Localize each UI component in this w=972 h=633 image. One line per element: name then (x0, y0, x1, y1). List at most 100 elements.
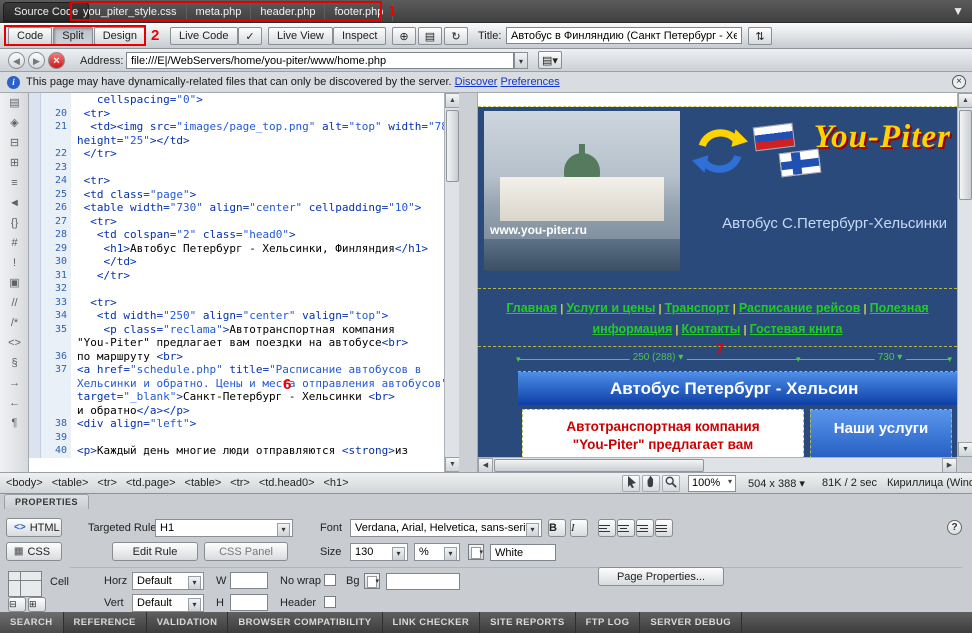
width-input[interactable] (230, 572, 268, 589)
css-panel-button[interactable]: CSS Panel (204, 542, 288, 561)
code-scroll-thumb[interactable] (446, 110, 459, 182)
refresh-icon[interactable]: ↻ (444, 27, 468, 45)
address-input[interactable] (126, 52, 514, 69)
select-tool-icon[interactable] (622, 475, 640, 492)
code-fold-column[interactable] (29, 201, 41, 215)
indent-code-icon[interactable]: → (0, 373, 29, 393)
select-parent-tag-icon[interactable]: ◄ (0, 193, 29, 213)
design-vscrollbar[interactable]: ▲ ▼ (957, 93, 972, 457)
tag-selector-item[interactable]: <body> (6, 477, 43, 489)
align-left-icon[interactable] (598, 519, 616, 537)
recent-snippets-icon[interactable]: § (0, 353, 29, 373)
wrap-tag-icon[interactable]: <> (0, 333, 29, 353)
css-mode-button[interactable]: ▦ CSS (6, 542, 62, 561)
highlight-invalid-code-icon[interactable]: ! (0, 253, 29, 273)
syntax-error-alerts-icon[interactable]: ▣ (0, 273, 29, 293)
code-fold-column[interactable] (29, 161, 41, 175)
collapse-full-tag-icon[interactable]: ⊟ (0, 133, 29, 153)
code-fold-column[interactable] (29, 363, 41, 377)
bg-input[interactable] (386, 573, 460, 590)
tag-selector-item[interactable]: <td.page> (126, 477, 176, 489)
open-documents-icon[interactable]: ▤ (0, 93, 29, 113)
size-unit-select[interactable]: % (414, 543, 460, 561)
address-dropdown-icon[interactable]: ▾ (514, 52, 528, 69)
nowrap-checkbox[interactable] (324, 574, 336, 586)
font-select[interactable]: Verdana, Arial, Helvetica, sans-serif (350, 519, 542, 537)
expand-all-icon[interactable]: ≡ (0, 173, 29, 193)
line-numbers-icon[interactable]: # (0, 233, 29, 253)
outdent-code-icon[interactable]: ← (0, 393, 29, 413)
design-view[interactable]: www.you-piter.ru You-Piter Автобу (478, 93, 972, 472)
design-scroll-thumb[interactable] (959, 110, 972, 200)
bold-button[interactable]: B (548, 519, 566, 537)
discover-link[interactable]: Discover (455, 76, 498, 88)
code-fold-column[interactable] (29, 350, 41, 364)
code-fold-column[interactable] (29, 93, 41, 107)
remove-comment-icon[interactable]: /* (0, 313, 29, 333)
help-icon[interactable]: ? (947, 520, 962, 535)
results-tab-site-reports[interactable]: SITE REPORTS (480, 612, 575, 633)
site-preview[interactable]: www.you-piter.ru You-Piter Автобу (478, 93, 957, 457)
scroll-left-icon[interactable]: ◀ (478, 458, 493, 473)
balance-braces-icon[interactable]: {} (0, 213, 29, 233)
code-fold-column[interactable] (29, 188, 41, 202)
zoom-level-select[interactable]: 100%▾ (688, 475, 736, 492)
align-right-icon[interactable] (636, 519, 654, 537)
live-view-button[interactable]: Live View (268, 27, 333, 45)
back-icon[interactable]: ◀ (8, 52, 25, 69)
code-fold-column[interactable] (29, 147, 41, 161)
apply-comment-icon[interactable]: // (0, 293, 29, 313)
site-nav-link[interactable]: Транспорт (665, 301, 730, 315)
design-hscrollbar[interactable]: ◀ ▶ (478, 457, 957, 472)
code-fold-column[interactable] (29, 336, 41, 350)
results-tab-browser-compatibility[interactable]: BROWSER COMPATIBILITY (228, 612, 382, 633)
code-fold-column[interactable] (29, 269, 41, 283)
page-title-input[interactable] (506, 27, 742, 44)
tag-selector-item[interactable]: <td.head0> (259, 477, 315, 489)
window-size[interactable]: 504 x 388 ▾ (748, 477, 805, 490)
inspect-button[interactable]: Inspect (333, 27, 386, 45)
results-tab-reference[interactable]: REFERENCE (64, 612, 147, 633)
code-fold-column[interactable] (29, 282, 41, 296)
results-tab-validation[interactable]: VALIDATION (147, 612, 229, 633)
code-fold-column[interactable] (29, 242, 41, 256)
results-tab-server-debug[interactable]: SERVER DEBUG (640, 612, 742, 633)
tag-selector-item[interactable]: <table> (185, 477, 222, 489)
site-nav-link[interactable]: Услуги и цены (566, 301, 655, 315)
preferences-link[interactable]: Preferences (500, 76, 559, 88)
code-scrollbar[interactable]: ▲ ▼ (444, 93, 459, 472)
header-checkbox[interactable] (324, 596, 336, 608)
stop-icon[interactable]: × (48, 52, 65, 69)
html-mode-button[interactable]: <> HTML (6, 518, 62, 537)
check-page-icon[interactable]: ✓ (238, 27, 262, 45)
merge-cells-icon[interactable]: ⊟ (8, 597, 26, 612)
code-editor[interactable]: cellspacing="0">20 <tr>21 <td><img src="… (29, 93, 444, 472)
format-source-code-icon[interactable]: ¶ (0, 413, 29, 433)
code-fold-column[interactable] (29, 120, 41, 134)
zoom-tool-icon[interactable] (662, 475, 680, 492)
italic-button[interactable]: I (570, 519, 588, 537)
align-center-icon[interactable] (617, 519, 635, 537)
scroll-up-icon[interactable]: ▲ (958, 93, 972, 108)
code-fold-column[interactable] (29, 431, 41, 445)
code-fold-column[interactable] (29, 107, 41, 121)
code-fold-column[interactable] (29, 255, 41, 269)
site-nav-link[interactable]: Расписание рейсов (739, 301, 861, 315)
code-fold-column[interactable] (29, 444, 41, 458)
filter-icon[interactable]: ▼ (952, 4, 964, 18)
collapse-selection-icon[interactable]: ⊞ (0, 153, 29, 173)
live-code-button[interactable]: Live Code (170, 27, 238, 45)
code-fold-column[interactable] (29, 323, 41, 337)
edit-rule-button[interactable]: Edit Rule (112, 542, 198, 561)
site-nav-link[interactable]: Контакты (682, 322, 741, 336)
code-navigator-icon[interactable]: ◈ (0, 113, 29, 133)
live-view-settings-icon[interactable]: ▤▾ (538, 51, 562, 69)
targeted-rule-select[interactable]: H1 (155, 519, 293, 537)
code-fold-column[interactable] (29, 309, 41, 323)
site-nav-link[interactable]: Гостевая книга (750, 322, 843, 336)
page-properties-button[interactable]: Page Properties... (598, 567, 724, 586)
properties-tab[interactable]: PROPERTIES (4, 494, 89, 509)
results-tab-link-checker[interactable]: LINK CHECKER (383, 612, 481, 633)
file-management-icon[interactable]: ▤ (418, 27, 442, 45)
scroll-down-icon[interactable]: ▼ (445, 457, 460, 472)
